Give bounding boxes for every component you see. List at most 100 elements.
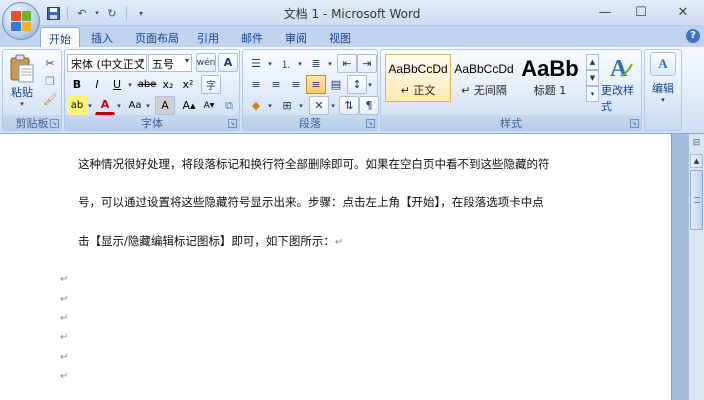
tab-references[interactable]: 引用 — [190, 27, 226, 47]
editing-button[interactable]: A 编辑 ▾ — [647, 52, 679, 104]
bold-button[interactable]: B — [67, 75, 87, 94]
scroll-up-icon[interactable]: ▲ — [690, 154, 703, 168]
align-left-icon[interactable]: ≡ — [246, 75, 266, 94]
style-name: ↵ 正文 — [400, 84, 436, 97]
borders-icon[interactable]: ⊞ — [277, 96, 297, 115]
increase-indent-icon[interactable]: ⇥ — [357, 54, 377, 73]
paste-dropdown-icon[interactable]: ▾ — [20, 100, 24, 108]
highlight-button[interactable]: ab — [67, 96, 87, 115]
vertical-scrollbar[interactable]: ⊟ ▲ — [688, 134, 704, 400]
style-name: 标题 1 — [533, 84, 567, 97]
chinese-layout-icon[interactable]: ✕ — [309, 96, 329, 115]
minimize-button[interactable]: — — [592, 2, 618, 22]
change-case-button[interactable]: Aa — [125, 96, 145, 115]
scroll-thumb[interactable] — [690, 170, 703, 230]
font-color-button[interactable]: A — [95, 96, 115, 115]
character-shading-button[interactable]: A — [155, 96, 175, 115]
empty-paragraph-mark: ↵ — [60, 371, 69, 382]
shading-icon[interactable]: ◆ — [246, 96, 266, 115]
tab-review[interactable]: 审阅 — [278, 27, 314, 47]
style-item-no-spacing[interactable]: AaBbCcDd ↵ 无间隔 — [451, 54, 517, 102]
tab-insert[interactable]: 插入 — [84, 27, 120, 47]
close-button[interactable]: ✕ — [670, 2, 696, 22]
font-size-combo[interactable]: 五号 ▾ — [148, 54, 192, 72]
font-name-combo[interactable]: 宋体 (中文正文 ▾ — [67, 54, 147, 72]
show-hide-marks-icon[interactable]: ¶ — [359, 96, 379, 115]
paragraph-launcher-icon[interactable]: ↘ — [366, 119, 375, 128]
scroll-grip-icon — [694, 197, 700, 203]
underline-button[interactable]: U — [107, 75, 127, 94]
group-label-font: 字体 — [65, 115, 239, 130]
change-styles-icon: A — [610, 56, 633, 82]
style-item-normal[interactable]: AaBbCcDd ↵ 正文 — [385, 54, 451, 102]
empty-paragraph-mark: ↵ — [60, 352, 69, 363]
font-color-dropdown-icon[interactable]: ▾ — [114, 96, 124, 115]
sort-icon[interactable]: ⇅ — [339, 96, 359, 115]
office-button[interactable] — [2, 2, 40, 40]
style-name: ↵ 无间隔 — [461, 84, 507, 97]
enclose-characters-button[interactable]: 字 — [201, 75, 221, 94]
borders-dropdown-icon[interactable]: ▾ — [296, 96, 306, 115]
align-right-icon[interactable]: ≡ — [286, 75, 306, 94]
distributed-icon[interactable]: ▤ — [326, 75, 346, 94]
bullets-icon[interactable]: ☰ — [246, 54, 266, 73]
style-item-heading-1[interactable]: AaBb 标题 1 — [517, 54, 583, 102]
gallery-down-icon[interactable]: ▼ — [586, 70, 599, 86]
numbering-dropdown-icon[interactable]: ▾ — [295, 54, 305, 73]
strikethrough-button[interactable]: abe — [137, 75, 157, 94]
paste-button[interactable]: 粘贴 ▾ — [6, 54, 38, 108]
paste-label: 粘贴 — [11, 86, 33, 99]
tab-home[interactable]: 开始 — [40, 27, 80, 47]
justify-icon[interactable]: ≡ — [306, 75, 326, 94]
document-line-3: 击【显示/隐藏编辑标记图标】即可，如下图所示：↵ — [78, 233, 343, 249]
change-styles-label: 更改样式 — [601, 84, 634, 113]
multilevel-list-icon[interactable]: ≣ — [306, 54, 326, 73]
tab-mailings[interactable]: 邮件 — [234, 27, 270, 47]
editing-dropdown-icon[interactable]: ▾ — [661, 96, 665, 104]
subscript-button[interactable]: x₂ — [158, 75, 178, 94]
multilevel-dropdown-icon[interactable]: ▾ — [325, 54, 335, 73]
empty-paragraph-mark: ↵ — [60, 313, 69, 324]
clipboard-launcher-icon[interactable]: ↘ — [50, 119, 59, 128]
gallery-more-icon[interactable]: ▾ — [586, 86, 599, 102]
decrease-indent-icon[interactable]: ⇤ — [337, 54, 357, 73]
ruler-toggle-icon[interactable]: ⊟ — [690, 138, 703, 151]
superscript-button[interactable]: x² — [178, 75, 198, 94]
phonetic-guide-button[interactable]: wén — [196, 53, 216, 72]
cut-icon[interactable]: ✂ — [40, 54, 60, 73]
grow-font-button[interactable]: A ▲ — [179, 96, 199, 115]
font-name-value: 宋体 (中文正文 — [71, 58, 145, 71]
title-bar: ↶ ▾ ↻ ▾ 文档 1 - Microsoft Word — ☐ ✕ — [0, 0, 704, 40]
change-case-dropdown-icon[interactable]: ▾ — [143, 96, 153, 115]
shrink-font-button[interactable]: A ▼ — [199, 96, 219, 115]
group-label-styles: 样式 — [381, 115, 641, 130]
document-page[interactable]: 这种情况很好处理，将段落标记和换行符全部删除即可。如果在空白页中看不到这些隐藏的… — [0, 134, 672, 400]
grow-font-label: A — [182, 99, 191, 112]
format-painter-icon[interactable]: 🖌 — [40, 90, 60, 109]
align-center-icon[interactable]: ≡ — [266, 75, 286, 94]
bullets-dropdown-icon[interactable]: ▾ — [265, 54, 275, 73]
change-styles-button[interactable]: A 更改样式 ▾ — [601, 54, 641, 122]
gallery-up-icon[interactable]: ▲ — [586, 54, 599, 70]
group-label-paragraph: 段落 — [243, 115, 377, 130]
underline-dropdown-icon[interactable]: ▾ — [125, 75, 135, 94]
italic-button[interactable]: I — [87, 75, 107, 94]
line-spacing-icon[interactable]: ↕ — [347, 75, 367, 94]
group-editing: A 编辑 ▾ — [644, 49, 682, 131]
shading-dropdown-icon[interactable]: ▾ — [265, 96, 275, 115]
styles-launcher-icon[interactable]: ↘ — [630, 119, 639, 128]
tab-page-layout[interactable]: 页面布局 — [128, 27, 186, 47]
line-spacing-dropdown-icon[interactable]: ▾ — [365, 75, 375, 94]
font-launcher-icon[interactable]: ↘ — [228, 119, 237, 128]
editing-label: 编辑 — [652, 82, 674, 95]
clear-format-button[interactable]: A — [218, 53, 238, 72]
maximize-button[interactable]: ☐ — [628, 2, 654, 22]
highlight-dropdown-icon[interactable]: ▾ — [85, 96, 95, 115]
tab-view[interactable]: 视图 — [322, 27, 358, 47]
numbering-icon[interactable]: ⒈ — [276, 54, 296, 73]
character-border-icon[interactable]: ⧉ — [219, 96, 239, 115]
group-styles: AaBbCcDd ↵ 正文 AaBbCcDd ↵ 无间隔 AaBb 标题 1 ▲… — [380, 49, 642, 131]
help-icon[interactable]: ? — [686, 29, 700, 43]
copy-icon[interactable]: ❐ — [40, 72, 60, 91]
chinese-layout-dropdown-icon[interactable]: ▾ — [328, 96, 338, 115]
